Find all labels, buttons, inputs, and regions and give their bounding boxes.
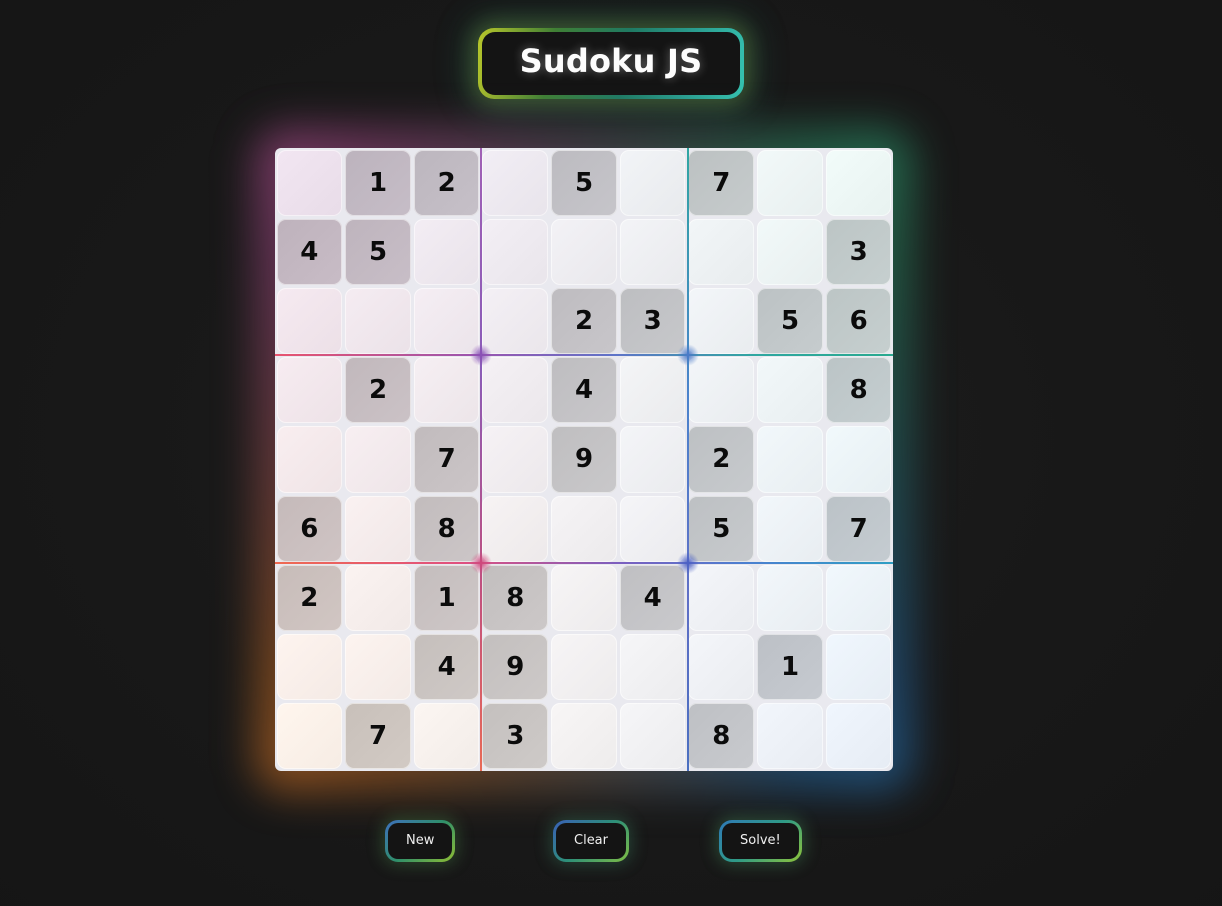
sudoku-cell[interactable] — [757, 703, 823, 770]
sudoku-cell[interactable] — [825, 634, 892, 701]
sudoku-cell[interactable]: 8 — [482, 564, 549, 632]
sudoku-cell[interactable] — [619, 149, 686, 216]
sudoku-cell[interactable] — [345, 287, 411, 355]
clear-button[interactable]: Clear — [556, 823, 626, 859]
sudoku-cell[interactable] — [619, 634, 686, 701]
sudoku-cell[interactable] — [345, 564, 411, 632]
sudoku-board[interactable]: 1257453235624879268572184491738 — [275, 148, 893, 771]
new-button-glow: New — [385, 820, 456, 862]
sudoku-cell[interactable]: 2 — [413, 149, 480, 216]
sudoku-cell[interactable] — [688, 634, 755, 701]
sudoku-cell[interactable]: 8 — [825, 357, 892, 424]
sudoku-cell[interactable]: 7 — [345, 703, 411, 770]
sudoku-cell[interactable]: 3 — [482, 703, 549, 770]
sudoku-cell[interactable] — [757, 218, 823, 285]
box-divider-horizontal-1 — [275, 354, 893, 356]
sudoku-cell[interactable] — [276, 357, 343, 424]
sudoku-cell[interactable] — [482, 426, 549, 493]
sudoku-cell[interactable]: 9 — [482, 634, 549, 701]
sudoku-cell[interactable] — [757, 564, 823, 632]
sudoku-cell[interactable] — [482, 218, 549, 285]
sudoku-cell[interactable] — [413, 357, 480, 424]
sudoku-cell[interactable] — [482, 357, 549, 424]
sudoku-cell[interactable]: 5 — [551, 149, 617, 216]
page-title: Sudoku JS — [519, 42, 703, 80]
sudoku-cell[interactable] — [825, 149, 892, 216]
sudoku-cell[interactable] — [757, 357, 823, 424]
sudoku-cell[interactable]: 4 — [276, 218, 343, 285]
app-header: Sudoku JS — [0, 28, 1222, 99]
new-button[interactable]: New — [388, 823, 453, 859]
sudoku-cell[interactable] — [551, 703, 617, 770]
sudoku-cell[interactable] — [757, 149, 823, 216]
sudoku-cell[interactable] — [276, 634, 343, 701]
sudoku-cell[interactable] — [757, 495, 823, 562]
sudoku-cell[interactable]: 3 — [619, 287, 686, 355]
sudoku-cell[interactable]: 7 — [825, 495, 892, 562]
sudoku-cell[interactable]: 2 — [551, 287, 617, 355]
title-glow-frame: Sudoku JS — [477, 28, 745, 99]
sudoku-cell[interactable] — [619, 357, 686, 424]
sudoku-cell[interactable] — [482, 287, 549, 355]
sudoku-cell[interactable] — [825, 564, 892, 632]
sudoku-cell[interactable] — [825, 426, 892, 493]
sudoku-cell[interactable]: 7 — [413, 426, 480, 493]
sudoku-cell[interactable] — [551, 495, 617, 562]
sudoku-cell[interactable] — [482, 495, 549, 562]
title-box: Sudoku JS — [481, 32, 741, 95]
sudoku-cell[interactable] — [345, 495, 411, 562]
sudoku-cell[interactable] — [482, 149, 549, 216]
sudoku-cell[interactable]: 8 — [688, 703, 755, 770]
sudoku-cell[interactable]: 8 — [413, 495, 480, 562]
sudoku-cell[interactable] — [276, 287, 343, 355]
sudoku-cell[interactable]: 4 — [413, 634, 480, 701]
sudoku-cell[interactable] — [757, 426, 823, 493]
sudoku-cell[interactable]: 1 — [757, 634, 823, 701]
sudoku-cell[interactable] — [688, 218, 755, 285]
sudoku-cell[interactable] — [276, 703, 343, 770]
sudoku-cell[interactable] — [825, 703, 892, 770]
sudoku-cell[interactable]: 2 — [345, 357, 411, 424]
sudoku-cell[interactable]: 1 — [345, 149, 411, 216]
sudoku-cell[interactable] — [688, 287, 755, 355]
sudoku-cell[interactable] — [619, 495, 686, 562]
clear-button-glow: Clear — [553, 820, 629, 862]
sudoku-cell[interactable]: 2 — [688, 426, 755, 493]
sudoku-cell[interactable] — [688, 357, 755, 424]
sudoku-cell[interactable] — [551, 634, 617, 701]
box-divider-horizontal-2 — [275, 562, 893, 564]
sudoku-cell[interactable]: 3 — [825, 218, 892, 285]
sudoku-cell[interactable]: 4 — [619, 564, 686, 632]
sudoku-cell[interactable]: 2 — [276, 564, 343, 632]
sudoku-cell[interactable] — [551, 564, 617, 632]
sudoku-cell[interactable] — [619, 218, 686, 285]
sudoku-cell[interactable] — [619, 703, 686, 770]
control-bar: New Clear Solve! — [275, 820, 893, 875]
sudoku-cell[interactable] — [345, 426, 411, 493]
solve-button-glow: Solve! — [719, 820, 802, 862]
sudoku-cell[interactable] — [551, 218, 617, 285]
sudoku-cell[interactable] — [345, 634, 411, 701]
sudoku-cell[interactable]: 4 — [551, 357, 617, 424]
sudoku-cell[interactable]: 6 — [825, 287, 892, 355]
sudoku-cell[interactable] — [413, 287, 480, 355]
sudoku-cell[interactable] — [413, 218, 480, 285]
sudoku-cell[interactable]: 6 — [276, 495, 343, 562]
sudoku-cell[interactable] — [688, 564, 755, 632]
sudoku-cell[interactable] — [276, 149, 343, 216]
sudoku-cell[interactable] — [276, 426, 343, 493]
sudoku-app: Sudoku JS 125745323562487926857218449173… — [0, 0, 1222, 906]
sudoku-cell[interactable] — [619, 426, 686, 493]
sudoku-cell[interactable]: 7 — [688, 149, 755, 216]
sudoku-cell[interactable]: 5 — [757, 287, 823, 355]
sudoku-cell[interactable]: 1 — [413, 564, 480, 632]
sudoku-cell[interactable]: 9 — [551, 426, 617, 493]
sudoku-cell[interactable] — [413, 703, 480, 770]
sudoku-cell[interactable]: 5 — [688, 495, 755, 562]
solve-button[interactable]: Solve! — [722, 823, 799, 859]
sudoku-cell[interactable]: 5 — [345, 218, 411, 285]
